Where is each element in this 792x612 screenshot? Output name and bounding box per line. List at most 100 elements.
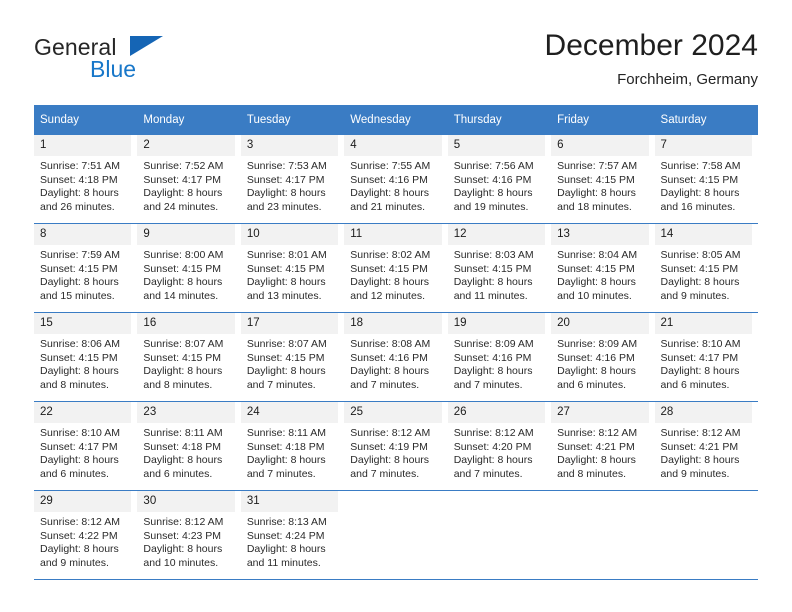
day-cell-content: 18 Sunrise: 8:08 AM Sunset: 4:16 PM Dayligh… — [344, 313, 447, 392]
day-cell-content: 5 Sunrise: 7:56 AM Sunset: 4:16 PM Daylight… — [447, 135, 551, 214]
day-cell-content: 4 Sunrise: 7:55 AM Sunset: 4:16 PM Daylight… — [344, 135, 447, 214]
day-info-sunrise: Sunrise: 7:56 AM — [453, 160, 534, 172]
calendar-day-cell[interactable]: 23 Sunrise: 8:11 AM Sunset: 4:18 PM Dayligh… — [137, 401, 241, 491]
calendar-day-cell[interactable]: 20 Sunrise: 8:09 AM Sunset: 4:16 PM Dayligh… — [551, 312, 655, 402]
calendar-day-cell[interactable]: 24 Sunrise: 8:11 AM Sunset: 4:18 PM Dayligh… — [240, 401, 345, 491]
calendar-day-cell[interactable]: 30 Sunrise: 8:12 AM Sunset: 4:23 PM Dayligh… — [137, 490, 241, 580]
calendar-day-cell[interactable]: 17 Sunrise: 8:07 AM Sunset: 4:15 PM Dayligh… — [240, 312, 345, 402]
day-info-sunset: Sunset: 4:15 PM — [660, 173, 739, 186]
calendar-day-cell[interactable]: 9 Sunrise: 8:00 AM Sunset: 4:15 PM Daylight… — [137, 223, 241, 313]
weekday-header-sunday: Sunday — [34, 105, 138, 135]
day-info: Sunrise: 8:01 AM Sunset: 4:15 PM Daylight:… — [241, 245, 338, 303]
calendar-day-cell[interactable]: 14 Sunrise: 8:05 AM Sunset: 4:15 PM Dayligh… — [654, 223, 758, 313]
day-info-daylight-2: and 8 minutes. — [143, 378, 213, 391]
weekday-header-saturday: Saturday — [654, 105, 758, 135]
day-cell-content: 28 Sunrise: 8:12 AM Sunset: 4:21 PM Dayligh… — [654, 402, 758, 481]
day-info-sunset: Sunset: 4:17 PM — [40, 440, 118, 453]
day-info-sunset: Sunset: 4:16 PM — [350, 173, 428, 186]
calendar-day-cell[interactable]: 10 Sunrise: 8:01 AM Sunset: 4:15 PM Dayligh… — [240, 223, 345, 313]
day-info-sunrise: Sunrise: 8:09 AM — [453, 338, 534, 350]
day-cell-content: 30 Sunrise: 8:12 AM Sunset: 4:23 PM Dayligh… — [137, 491, 240, 570]
day-info-sunrise: Sunrise: 7:57 AM — [557, 160, 638, 172]
day-cell-content — [448, 491, 551, 516]
calendar-day-cell[interactable]: 6 Sunrise: 7:57 AM Sunset: 4:15 PM Daylight… — [551, 134, 655, 224]
day-cell-content: 15 Sunrise: 8:06 AM Sunset: 4:15 PM Dayligh… — [34, 313, 137, 392]
day-info: Sunrise: 7:56 AM Sunset: 4:16 PM Daylight:… — [448, 156, 545, 214]
calendar-day-cell[interactable]: 12 Sunrise: 8:03 AM Sunset: 4:15 PM Dayligh… — [447, 223, 552, 313]
calendar-day-cell[interactable]: 26 Sunrise: 8:12 AM Sunset: 4:20 PM Dayligh… — [447, 401, 552, 491]
day-info-sunset: Sunset: 4:16 PM — [557, 351, 635, 364]
day-info: Sunrise: 8:07 AM Sunset: 4:15 PM Daylight:… — [137, 334, 234, 392]
calendar-day-cell[interactable]: 25 Sunrise: 8:12 AM Sunset: 4:19 PM Dayligh… — [344, 401, 448, 491]
day-info — [551, 512, 648, 516]
day-info: Sunrise: 8:12 AM Sunset: 4:20 PM Daylight:… — [448, 423, 545, 481]
calendar-day-cell[interactable]: 2 Sunrise: 7:52 AM Sunset: 4:17 PM Daylight… — [137, 134, 241, 224]
day-info-daylight-2: and 14 minutes. — [143, 289, 219, 302]
day-info-sunrise: Sunrise: 8:10 AM — [660, 338, 741, 350]
calendar-day-cell[interactable]: 7 Sunrise: 7:58 AM Sunset: 4:15 PM Daylight… — [654, 134, 758, 224]
calendar-day-cell[interactable]: 18 Sunrise: 8:08 AM Sunset: 4:16 PM Dayligh… — [344, 312, 448, 402]
day-info: Sunrise: 8:06 AM Sunset: 4:15 PM Daylight:… — [34, 334, 131, 392]
calendar-day-cell[interactable]: 16 Sunrise: 8:07 AM Sunset: 4:15 PM Dayligh… — [137, 312, 241, 402]
day-info-sunrise: Sunrise: 7:52 AM — [143, 160, 224, 172]
day-cell-content: 26 Sunrise: 8:12 AM Sunset: 4:20 PM Dayligh… — [447, 402, 551, 481]
day-info-sunrise: Sunrise: 8:07 AM — [246, 338, 327, 350]
day-number: 18 — [344, 313, 442, 334]
day-info-sunrise: Sunrise: 8:12 AM — [660, 427, 741, 439]
calendar-day-cell[interactable]: 19 Sunrise: 8:09 AM Sunset: 4:16 PM Dayligh… — [447, 312, 552, 402]
day-info-sunset: Sunset: 4:16 PM — [453, 173, 532, 186]
calendar-day-cell[interactable]: 22 Sunrise: 8:10 AM Sunset: 4:17 PM Dayligh… — [34, 401, 138, 491]
day-info-sunset: Sunset: 4:22 PM — [40, 529, 118, 542]
day-info-daylight-2: and 7 minutes. — [246, 378, 316, 391]
calendar-day-cell[interactable]: 21 Sunrise: 8:10 AM Sunset: 4:17 PM Dayligh… — [654, 312, 758, 402]
day-info-daylight-2: and 9 minutes. — [40, 556, 109, 569]
day-info — [344, 512, 441, 516]
day-info-daylight-2: and 19 minutes. — [453, 200, 529, 213]
day-info-daylight-2: and 24 minutes. — [143, 200, 219, 213]
calendar-day-cell[interactable]: 27 Sunrise: 8:12 AM Sunset: 4:21 PM Dayligh… — [551, 401, 655, 491]
calendar-day-cell[interactable]: 15 Sunrise: 8:06 AM Sunset: 4:15 PM Dayligh… — [34, 312, 138, 402]
calendar-day-cell[interactable]: 31 Sunrise: 8:13 AM Sunset: 4:24 PM Dayligh… — [240, 490, 345, 580]
day-info-daylight-1: Daylight: 8 hours — [453, 454, 533, 466]
day-info-daylight-1: Daylight: 8 hours — [557, 365, 636, 377]
day-cell-content: 31 Sunrise: 8:13 AM Sunset: 4:24 PM Dayligh… — [240, 491, 344, 570]
day-info: Sunrise: 8:10 AM Sunset: 4:17 PM Daylight:… — [34, 423, 131, 481]
day-number — [344, 491, 441, 512]
calendar-day-cell[interactable]: 8 Sunrise: 7:59 AM Sunset: 4:15 PM Daylight… — [34, 223, 138, 313]
calendar-day-cell[interactable]: 11 Sunrise: 8:02 AM Sunset: 4:15 PM Dayligh… — [344, 223, 448, 313]
day-number: 19 — [447, 313, 546, 334]
day-cell-content: 24 Sunrise: 8:11 AM Sunset: 4:18 PM Dayligh… — [240, 402, 344, 481]
day-number: 3 — [240, 135, 339, 156]
day-number: 29 — [34, 491, 132, 512]
day-info-daylight-1: Daylight: 8 hours — [246, 187, 326, 199]
day-info-sunset: Sunset: 4:20 PM — [453, 440, 532, 453]
day-info-daylight-2: and 8 minutes. — [40, 378, 109, 391]
day-info-daylight-1: Daylight: 8 hours — [143, 365, 223, 377]
calendar-header-row: Sunday Monday Tuesday Wednesday Thursday… — [34, 105, 758, 135]
calendar-day-cell[interactable]: 29 Sunrise: 8:12 AM Sunset: 4:22 PM Dayligh… — [34, 490, 138, 580]
calendar-day-cell[interactable]: 28 Sunrise: 8:12 AM Sunset: 4:21 PM Dayligh… — [654, 401, 758, 491]
day-info-sunrise: Sunrise: 8:04 AM — [557, 249, 638, 261]
day-info-sunrise: Sunrise: 8:09 AM — [557, 338, 638, 350]
calendar-day-cell-empty — [447, 490, 552, 580]
day-number: 13 — [551, 224, 649, 245]
brand-logo[interactable]: General Blue — [34, 34, 214, 90]
calendar-day-cell[interactable]: 1 Sunrise: 7:51 AM Sunset: 4:18 PM Daylight… — [34, 134, 138, 224]
day-info-sunrise: Sunrise: 7:58 AM — [660, 160, 741, 172]
calendar-day-cell[interactable]: 13 Sunrise: 8:04 AM Sunset: 4:15 PM Dayligh… — [551, 223, 655, 313]
day-info-daylight-2: and 15 minutes. — [40, 289, 115, 302]
day-info: Sunrise: 8:12 AM Sunset: 4:19 PM Daylight:… — [344, 423, 441, 481]
calendar-day-cell[interactable]: 3 Sunrise: 7:53 AM Sunset: 4:17 PM Daylight… — [240, 134, 345, 224]
day-info-sunset: Sunset: 4:15 PM — [557, 262, 635, 275]
day-info: Sunrise: 8:09 AM Sunset: 4:16 PM Daylight:… — [551, 334, 648, 392]
day-cell-content: 23 Sunrise: 8:11 AM Sunset: 4:18 PM Dayligh… — [137, 402, 240, 481]
day-info-daylight-1: Daylight: 8 hours — [557, 454, 636, 466]
day-number: 27 — [551, 402, 649, 423]
calendar-day-cell[interactable]: 5 Sunrise: 7:56 AM Sunset: 4:16 PM Daylight… — [447, 134, 552, 224]
day-info-sunrise: Sunrise: 8:10 AM — [40, 427, 120, 439]
day-cell-content: 10 Sunrise: 8:01 AM Sunset: 4:15 PM Dayligh… — [240, 224, 344, 303]
day-number: 23 — [137, 402, 235, 423]
day-info-daylight-1: Daylight: 8 hours — [350, 276, 430, 288]
calendar-day-cell[interactable]: 4 Sunrise: 7:55 AM Sunset: 4:16 PM Daylight… — [344, 134, 448, 224]
day-number: 4 — [344, 135, 442, 156]
